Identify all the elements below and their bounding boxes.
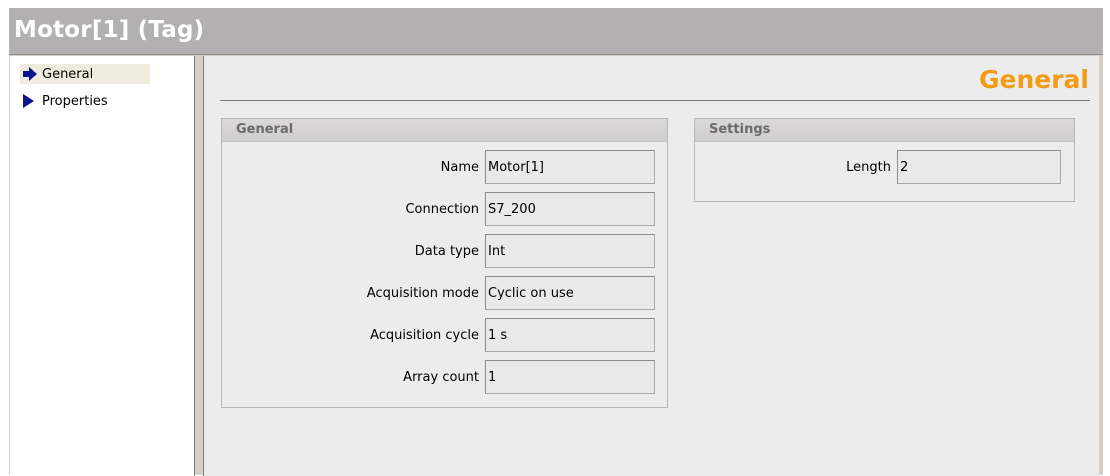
field-row-acquisition-cycle: Acquisition cycle [222, 318, 479, 354]
window-title: Motor[1] (Tag) [14, 17, 205, 43]
field-label: Length [846, 160, 891, 175]
general-group: General Name Connection Data type Acquis… [221, 118, 668, 408]
content-panel: General General Name Connection Data typ… [203, 56, 1099, 476]
field-row-connection: Connection [222, 192, 479, 228]
field-label: Data type [414, 244, 479, 259]
field-row-data-type: Data type [222, 234, 479, 270]
length-field[interactable] [897, 150, 1061, 184]
group-title: Settings [695, 119, 1074, 142]
field-row-array-count: Array count [222, 360, 479, 396]
nav-item-label: General [42, 66, 94, 82]
field-label: Name [440, 160, 479, 175]
field-label: Connection [405, 202, 479, 217]
heading-divider [220, 100, 1090, 101]
triangle-right-icon [20, 91, 42, 111]
nav-item-label: Properties [42, 93, 108, 109]
nav-item-general[interactable]: General [20, 64, 150, 84]
name-field[interactable] [485, 150, 655, 184]
field-row-name: Name [222, 150, 479, 186]
settings-group: Settings Length [694, 118, 1075, 202]
acquisition-mode-field[interactable] [485, 276, 655, 310]
field-label: Acquisition mode [366, 286, 479, 301]
acquisition-cycle-field[interactable] [485, 318, 655, 352]
field-label: Acquisition cycle [370, 328, 479, 343]
connection-field[interactable] [485, 192, 655, 226]
group-title: General [222, 119, 667, 142]
title-bar: Motor[1] (Tag) [9, 8, 1103, 55]
array-count-field[interactable] [485, 360, 655, 394]
data-type-field[interactable] [485, 234, 655, 268]
page-heading: General [979, 65, 1089, 94]
field-label: Array count [403, 370, 479, 385]
navigation-panel: General Properties [10, 56, 195, 476]
field-row-length: Length [695, 150, 891, 186]
arrow-right-filled-icon [20, 64, 42, 84]
nav-item-properties[interactable]: Properties [20, 91, 150, 111]
field-row-acquisition-mode: Acquisition mode [222, 276, 479, 312]
